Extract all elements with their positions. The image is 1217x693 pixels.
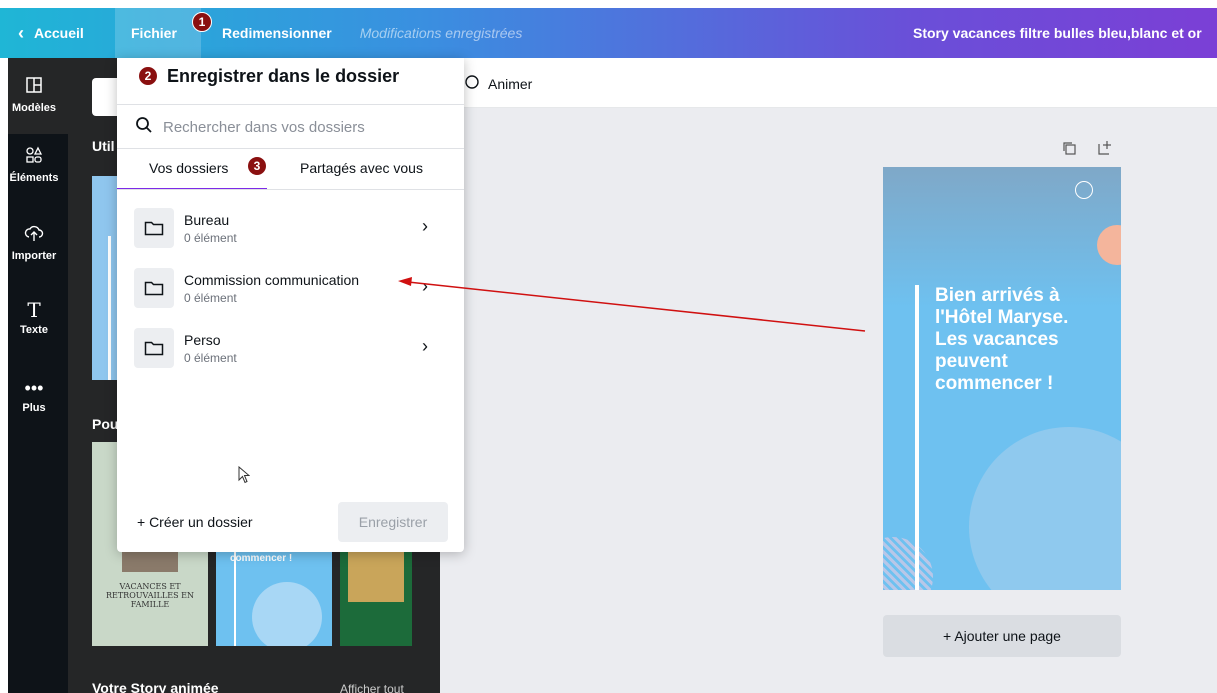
tab-shared-with-me[interactable]: Partagés avec vous <box>300 160 423 176</box>
story-vertical-line <box>915 285 919 590</box>
rail-item-text[interactable]: T Texte <box>0 300 68 336</box>
resize-button[interactable]: Redimensionner <box>222 25 332 41</box>
folder-item[interactable]: Commission communication 0 élément › <box>134 262 446 314</box>
see-all-link[interactable]: Afficher tout <box>340 682 404 693</box>
animate-icon <box>464 74 480 93</box>
divider <box>117 104 464 105</box>
folder-item[interactable]: Bureau 0 élément › <box>134 202 446 254</box>
section-heading-2: Pou <box>92 416 119 432</box>
folder-icon <box>134 268 174 308</box>
save-to-folder-dialog: Enregistrer dans le dossier Vos dossiers… <box>117 58 464 552</box>
section-heading-3: Votre Story animée <box>92 680 219 693</box>
rail-label-upload: Importer <box>11 250 57 262</box>
rail-label-more: Plus <box>22 402 46 414</box>
save-button[interactable]: Enregistrer <box>338 502 448 542</box>
duplicate-page-icon[interactable] <box>1061 140 1077 161</box>
folder-icon <box>134 208 174 248</box>
rail-item-more[interactable]: ••• Plus <box>0 378 68 414</box>
side-rail: Modèles Éléments Importer T Texte ••• Pl… <box>0 58 68 693</box>
animate-label: Animer <box>488 75 533 92</box>
chevron-left-icon: ‹ <box>18 22 24 43</box>
folder-count: 0 élément <box>184 230 237 245</box>
rail-label-text: Texte <box>20 324 48 336</box>
chevron-right-icon: › <box>422 336 428 356</box>
folder-name: Bureau <box>184 211 230 228</box>
file-menu-button[interactable]: Fichier <box>115 8 201 58</box>
add-page-icon[interactable] <box>1097 140 1113 161</box>
folder-search-input[interactable] <box>163 119 433 136</box>
left-edge <box>0 58 8 693</box>
rail-item-elements[interactable]: Éléments <box>0 146 68 184</box>
thumb-text-family: VACANCES ET RETROUVAILLES EN FAMILLE <box>105 582 195 609</box>
shapes-icon <box>25 146 43 168</box>
dialog-title: Enregistrer dans le dossier <box>167 66 400 86</box>
folder-item[interactable]: Perso 0 élément › <box>134 322 446 374</box>
text-icon: T <box>27 298 41 322</box>
editor-toolbar: Animer <box>440 58 1217 108</box>
tab-my-folders[interactable]: Vos dossiers <box>149 160 228 176</box>
step-badge-1: 1 <box>192 12 212 32</box>
photo-circle <box>969 427 1121 590</box>
more-icon: ••• <box>24 378 44 398</box>
mouse-cursor-icon <box>238 465 251 489</box>
search-icon <box>135 116 153 139</box>
back-home-label: Accueil <box>34 25 84 41</box>
rail-item-upload[interactable]: Importer <box>0 224 68 262</box>
rail-label-elements: Éléments <box>9 172 59 184</box>
step-badge-3: 3 <box>247 156 267 176</box>
section-heading-1: Util <box>92 138 115 154</box>
folder-icon <box>134 328 174 368</box>
divider <box>117 148 464 149</box>
save-status: Modifications enregistrées <box>359 25 523 41</box>
story-page-preview[interactable]: Bien arrivés à l'Hôtel Maryse. Les vacan… <box>883 167 1121 590</box>
document-title[interactable]: Story vacances filtre bulles bleu,blanc … <box>913 25 1202 41</box>
divider <box>117 189 464 190</box>
folder-count: 0 élément <box>184 290 237 305</box>
create-folder-button[interactable]: + Créer un dossier <box>137 514 253 530</box>
folder-name: Commission communication <box>184 271 360 288</box>
step-badge-2: 2 <box>138 66 158 86</box>
rail-label-templates: Modèles <box>11 102 56 114</box>
rail-item-templates[interactable]: Modèles <box>0 58 68 134</box>
chevron-right-icon: › <box>422 276 428 296</box>
layout-icon <box>25 76 43 98</box>
animate-button[interactable]: Animer <box>464 74 532 93</box>
file-menu-label: Fichier <box>131 25 177 41</box>
bubble-shape <box>1075 181 1093 199</box>
chevron-right-icon: › <box>422 216 428 236</box>
folder-count: 0 élément <box>184 350 237 365</box>
top-bar: ‹ Accueil Fichier Redimensionner Modific… <box>0 8 1217 58</box>
back-home-button[interactable]: ‹ Accueil <box>0 23 115 44</box>
upload-cloud-icon <box>24 224 44 246</box>
striped-circle <box>883 537 933 590</box>
story-headline[interactable]: Bien arrivés à l'Hôtel Maryse. Les vacan… <box>935 285 1105 395</box>
folder-name: Perso <box>184 331 221 348</box>
folder-search <box>135 116 433 139</box>
add-page-button[interactable]: + Ajouter une page <box>883 615 1121 657</box>
